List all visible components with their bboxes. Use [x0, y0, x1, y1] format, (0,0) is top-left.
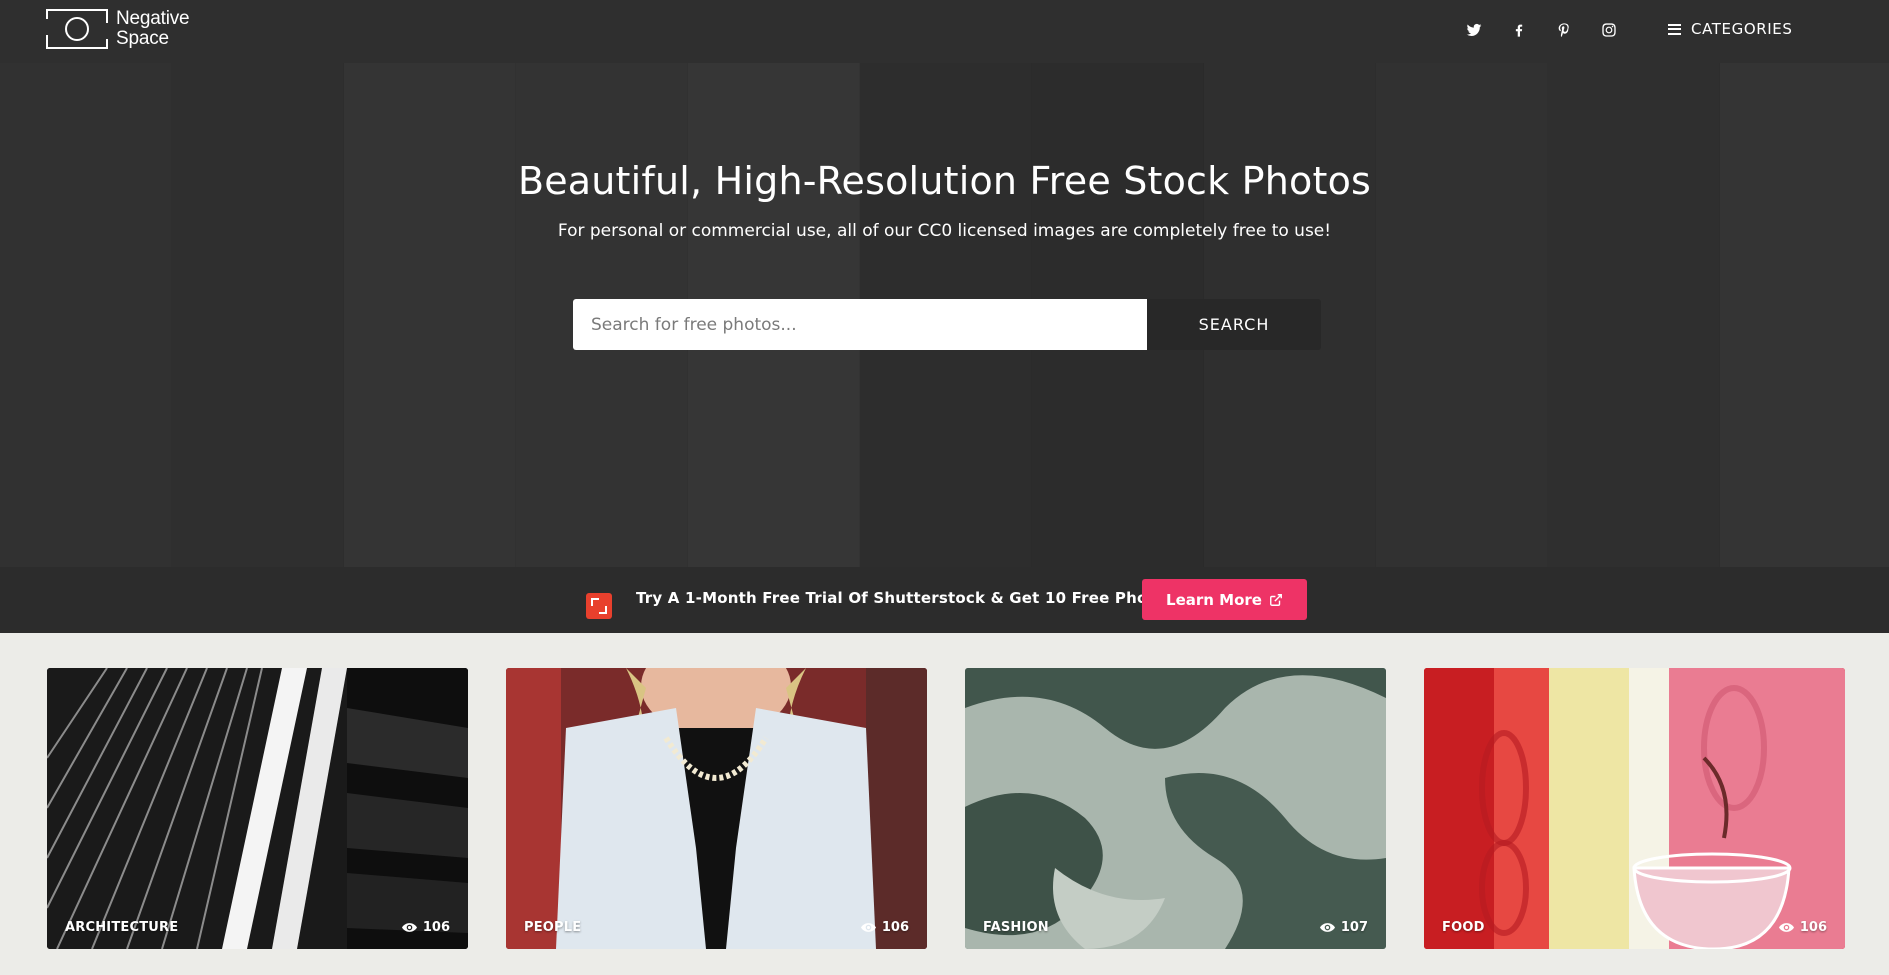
fashion-photo — [965, 668, 1386, 949]
view-count-number: 106 — [1799, 920, 1827, 935]
eye-icon — [1778, 923, 1794, 932]
card-category-label: FASHION — [983, 920, 1049, 935]
promo-text: Try A 1-Month Free Trial Of Shutterstock… — [636, 589, 1175, 607]
social-links — [1451, 17, 1631, 43]
categories-label: CATEGORIES — [1691, 20, 1793, 38]
instagram-link[interactable] — [1586, 17, 1631, 43]
twitter-icon — [1466, 23, 1481, 36]
architecture-photo — [47, 668, 468, 949]
learn-more-label: Learn More — [1166, 590, 1262, 609]
view-count-number: 107 — [1340, 920, 1368, 935]
search-input[interactable] — [573, 299, 1147, 350]
card-view-count: 107 — [1319, 920, 1368, 935]
category-card-food[interactable]: FOOD 106 — [1424, 668, 1845, 949]
card-category-label: FOOD — [1442, 920, 1485, 935]
logo-text: Negative Space — [116, 8, 190, 49]
shutterstock-promo-bar: Try A 1-Month Free Trial Of Shutterstock… — [0, 567, 1889, 633]
eye-icon — [860, 923, 876, 932]
instagram-icon — [1601, 23, 1616, 37]
pinterest-link[interactable] — [1541, 17, 1586, 43]
view-count-number: 106 — [422, 920, 450, 935]
search-form: SEARCH — [573, 299, 1321, 350]
shutterstock-logo-icon — [586, 593, 612, 619]
external-link-icon — [1270, 593, 1282, 606]
search-button[interactable]: SEARCH — [1147, 299, 1321, 350]
hero-title: Beautiful, High-Resolution Free Stock Ph… — [517, 159, 1372, 203]
facebook-icon — [1515, 24, 1522, 37]
twitter-link[interactable] — [1451, 17, 1496, 43]
pinterest-icon — [1558, 23, 1569, 37]
eye-icon — [401, 923, 417, 932]
eye-icon — [1319, 923, 1335, 932]
card-category-label: ARCHITECTURE — [65, 920, 179, 935]
hero-subtitle: For personal or commercial use, all of o… — [557, 221, 1332, 241]
logo-text-line2: Space — [116, 28, 169, 49]
hamburger-menu-icon — [1668, 23, 1681, 35]
learn-more-button[interactable]: Learn More — [1142, 579, 1307, 620]
facebook-link[interactable] — [1496, 17, 1541, 43]
category-card-fashion[interactable]: FASHION 107 — [965, 668, 1386, 949]
camera-logo-icon — [44, 9, 110, 49]
category-cards: ARCHITECTURE 106 PEOPLE 106 FASHION 107 … — [47, 668, 1845, 949]
card-view-count: 106 — [401, 920, 450, 935]
card-view-count: 106 — [860, 920, 909, 935]
people-photo — [506, 668, 927, 949]
food-photo — [1424, 668, 1845, 949]
view-count-number: 106 — [881, 920, 909, 935]
card-view-count: 106 — [1778, 920, 1827, 935]
hero-section: Beautiful, High-Resolution Free Stock Ph… — [0, 63, 1889, 633]
category-card-people[interactable]: PEOPLE 106 — [506, 668, 927, 949]
logo-text-line1: Negative — [116, 8, 190, 29]
card-category-label: PEOPLE — [524, 920, 582, 935]
top-navigation-bar: Negative Space CATEGORIES — [0, 0, 1889, 63]
site-logo[interactable]: Negative Space — [44, 8, 190, 49]
category-card-architecture[interactable]: ARCHITECTURE 106 — [47, 668, 468, 949]
categories-menu-button[interactable]: CATEGORIES — [1668, 18, 1793, 40]
